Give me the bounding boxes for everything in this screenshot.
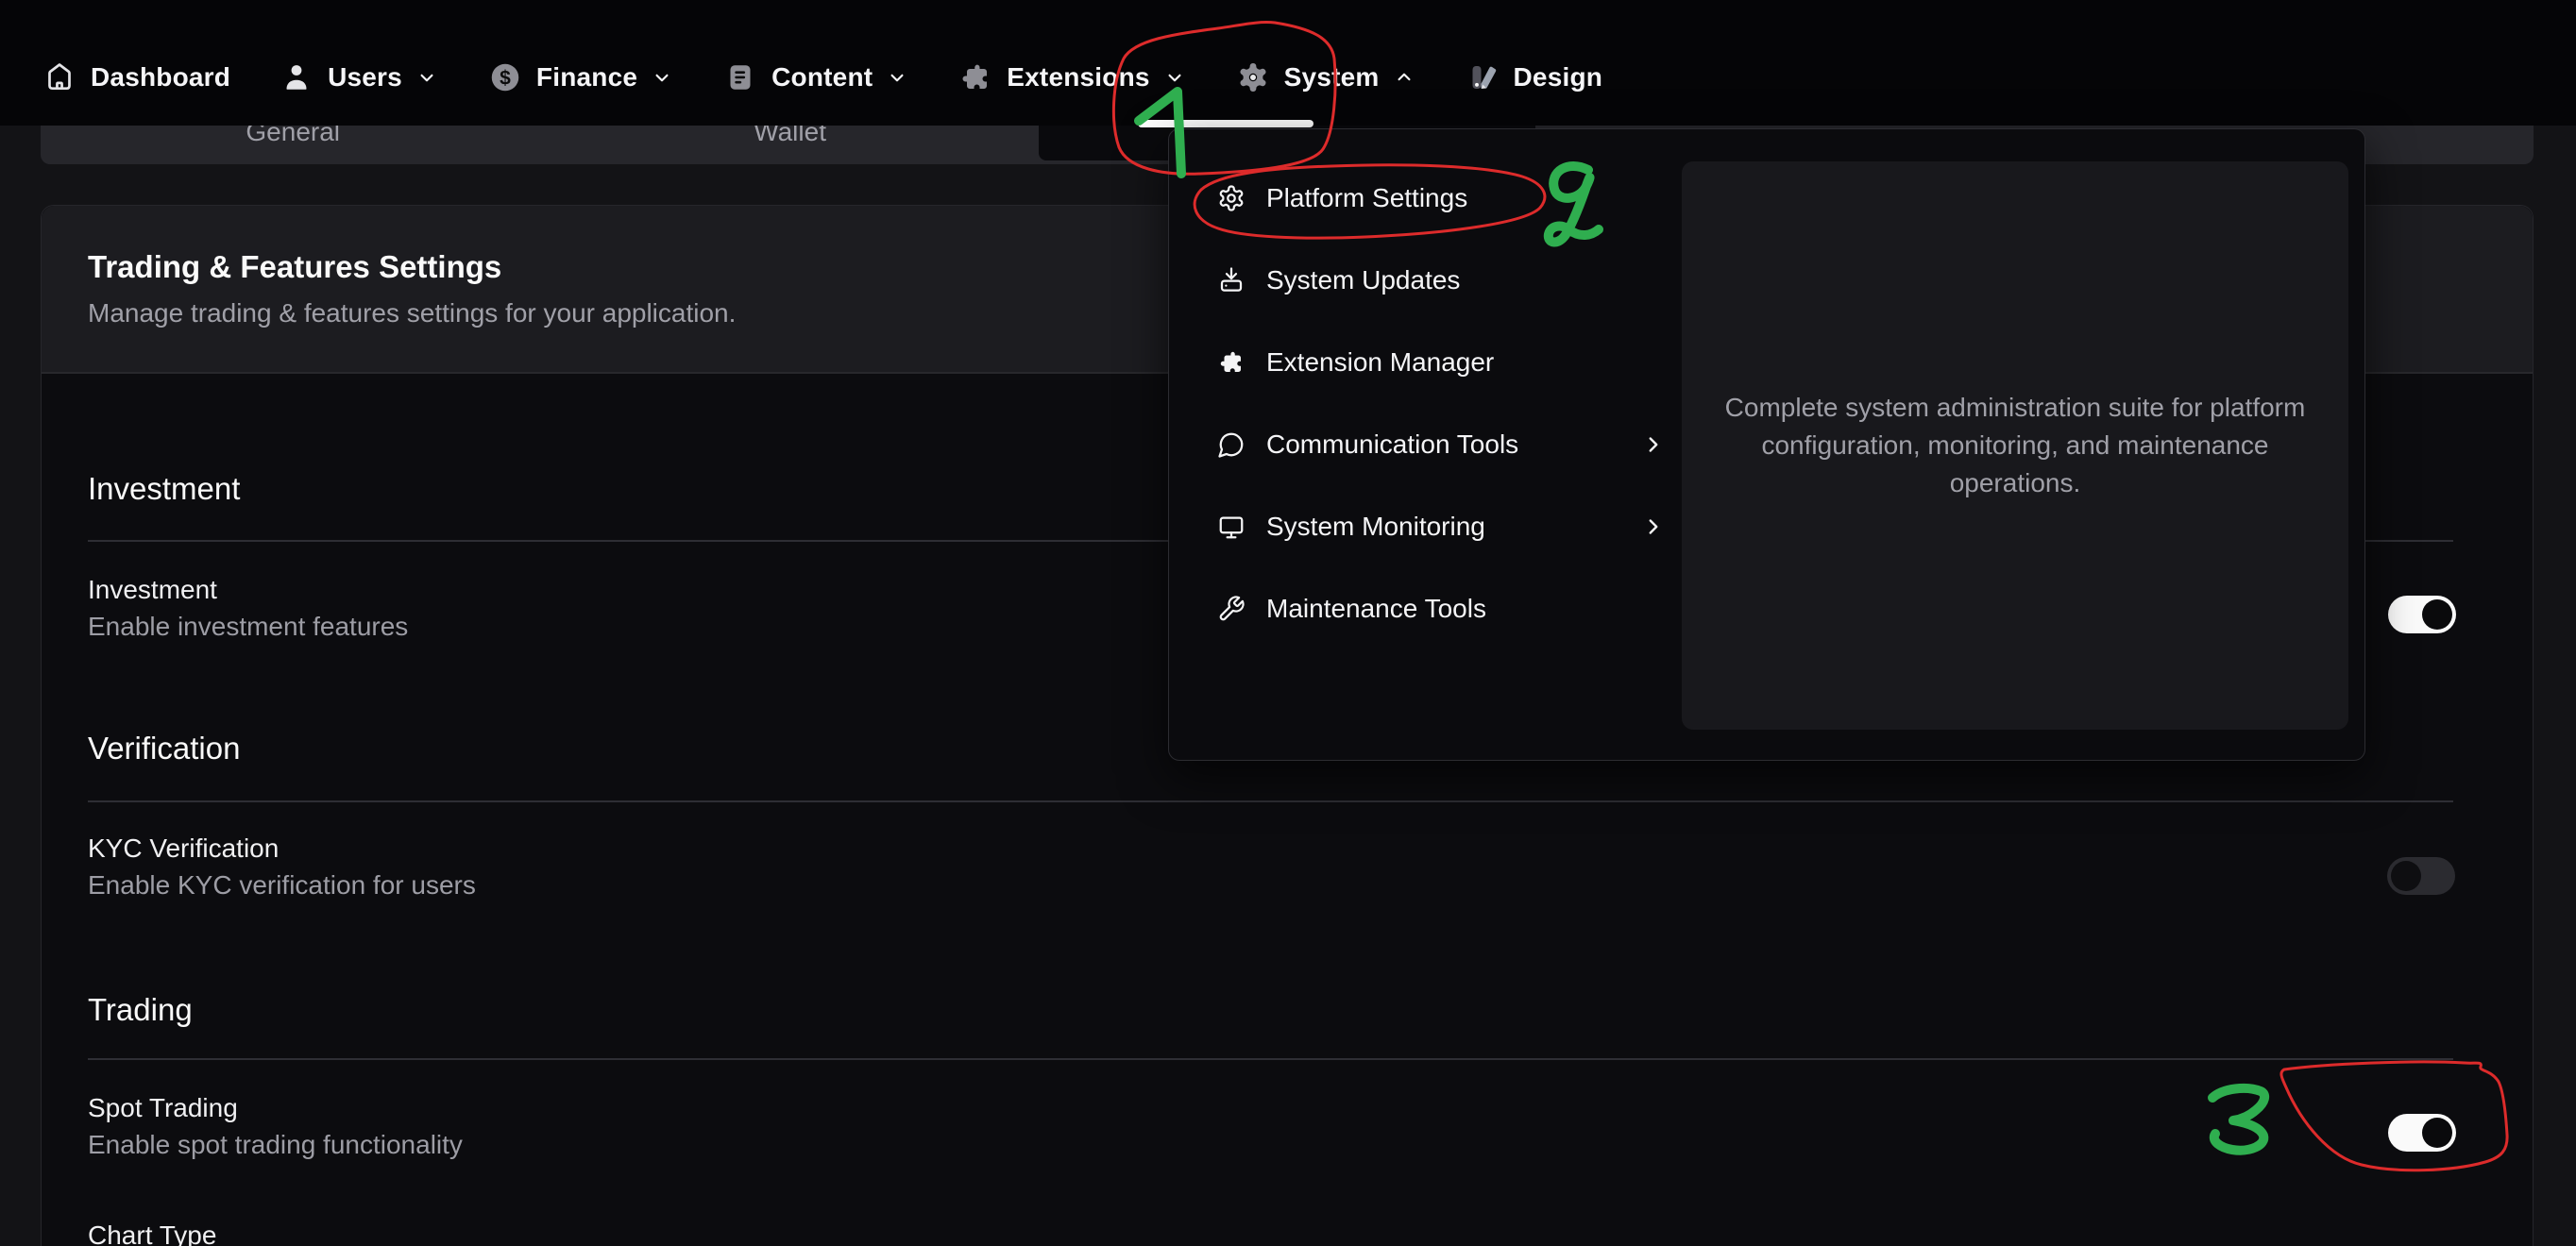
chevron-down-icon [885, 65, 909, 90]
nav-item-extensions[interactable]: Extensions [958, 60, 1186, 94]
svg-text:$: $ [500, 67, 511, 89]
setting-label-investment: Investment [88, 574, 217, 606]
toggle-thumb [2422, 599, 2452, 630]
nav-label: Content [771, 62, 873, 93]
system-menu-description: Complete system administration suite for… [1703, 389, 2328, 502]
menu-item-label: Platform Settings [1266, 183, 1467, 213]
menu-item-label: System Updates [1266, 265, 1460, 295]
nav-item-design[interactable]: Design [1466, 60, 1603, 94]
nav-label: Design [1514, 62, 1603, 93]
divider [88, 800, 2453, 802]
user-icon [280, 60, 314, 94]
system-menu-items: Platform Settings System Updates Extensi… [1192, 162, 1683, 645]
toggle-thumb [2422, 1118, 2452, 1148]
download-icon [1217, 266, 1246, 295]
top-navbar: Dashboard Users $ Finance [0, 0, 2576, 126]
monitor-icon [1217, 513, 1246, 541]
system-menu-description-panel: Complete system administration suite for… [1682, 161, 2348, 730]
setting-desc-kyc: Enable KYC verification for users [88, 869, 476, 901]
nav-label: Dashboard [91, 62, 230, 93]
system-active-underline [1138, 120, 1313, 127]
nav-label: System [1284, 62, 1380, 93]
dollar-circle-icon: $ [488, 60, 522, 94]
house-icon [42, 60, 76, 94]
gear-icon [1217, 184, 1246, 212]
toggle-thumb [2391, 861, 2421, 891]
nav-item-users[interactable]: Users [280, 60, 439, 94]
gear-icon [1236, 60, 1270, 94]
setting-desc-spot-trading: Enable spot trading functionality [88, 1129, 463, 1161]
chevron-down-icon [415, 65, 439, 90]
menu-item-label: Maintenance Tools [1266, 594, 1486, 624]
menu-item-maintenance-tools[interactable]: Maintenance Tools [1192, 573, 1683, 645]
chat-bubble-icon [1217, 430, 1246, 459]
nav-item-dashboard[interactable]: Dashboard [42, 60, 230, 94]
setting-label-kyc: KYC Verification [88, 833, 279, 865]
menu-item-system-monitoring[interactable]: System Monitoring [1192, 491, 1683, 563]
nav-label: Finance [536, 62, 637, 93]
kyc-toggle[interactable] [2387, 857, 2455, 895]
section-heading-verification: Verification [88, 730, 240, 767]
nav-label: Extensions [1007, 62, 1149, 93]
spot-trading-toggle[interactable] [2388, 1114, 2456, 1152]
menu-item-label: Extension Manager [1266, 347, 1494, 378]
menu-item-system-updates[interactable]: System Updates [1192, 244, 1683, 316]
divider [88, 1058, 2453, 1060]
menu-item-platform-settings[interactable]: Platform Settings [1192, 162, 1683, 234]
setting-desc-investment: Enable investment features [88, 611, 408, 643]
nav-item-system[interactable]: System [1236, 60, 1416, 94]
setting-label-spot-trading: Spot Trading [88, 1092, 238, 1124]
wrench-icon [1217, 595, 1246, 623]
chevron-right-icon [1641, 514, 1666, 539]
nav-item-finance[interactable]: $ Finance [488, 60, 674, 94]
puzzle-icon [1217, 348, 1246, 377]
swatch-icon [1466, 60, 1500, 94]
menu-item-extension-manager[interactable]: Extension Manager [1192, 327, 1683, 398]
nav-item-content[interactable]: Content [723, 60, 909, 94]
investment-toggle[interactable] [2388, 596, 2456, 633]
document-icon [723, 60, 757, 94]
section-heading-trading: Trading [88, 991, 193, 1029]
setting-label-chart-type: Chart Type [88, 1220, 216, 1246]
chevron-down-icon [650, 65, 674, 90]
puzzle-icon [958, 60, 992, 94]
menu-item-label: System Monitoring [1266, 512, 1485, 542]
nav-label: Users [328, 62, 402, 93]
menu-item-communication-tools[interactable]: Communication Tools [1192, 409, 1683, 480]
chevron-down-icon [1162, 65, 1187, 90]
system-dropdown-menu: Platform Settings System Updates Extensi… [1168, 128, 2365, 761]
screen: General Wallet Trading & Features Settin… [0, 0, 2576, 1246]
chevron-up-icon [1392, 65, 1416, 90]
section-heading-investment: Investment [88, 470, 240, 508]
chevron-right-icon [1641, 432, 1666, 457]
menu-item-label: Communication Tools [1266, 429, 1518, 460]
